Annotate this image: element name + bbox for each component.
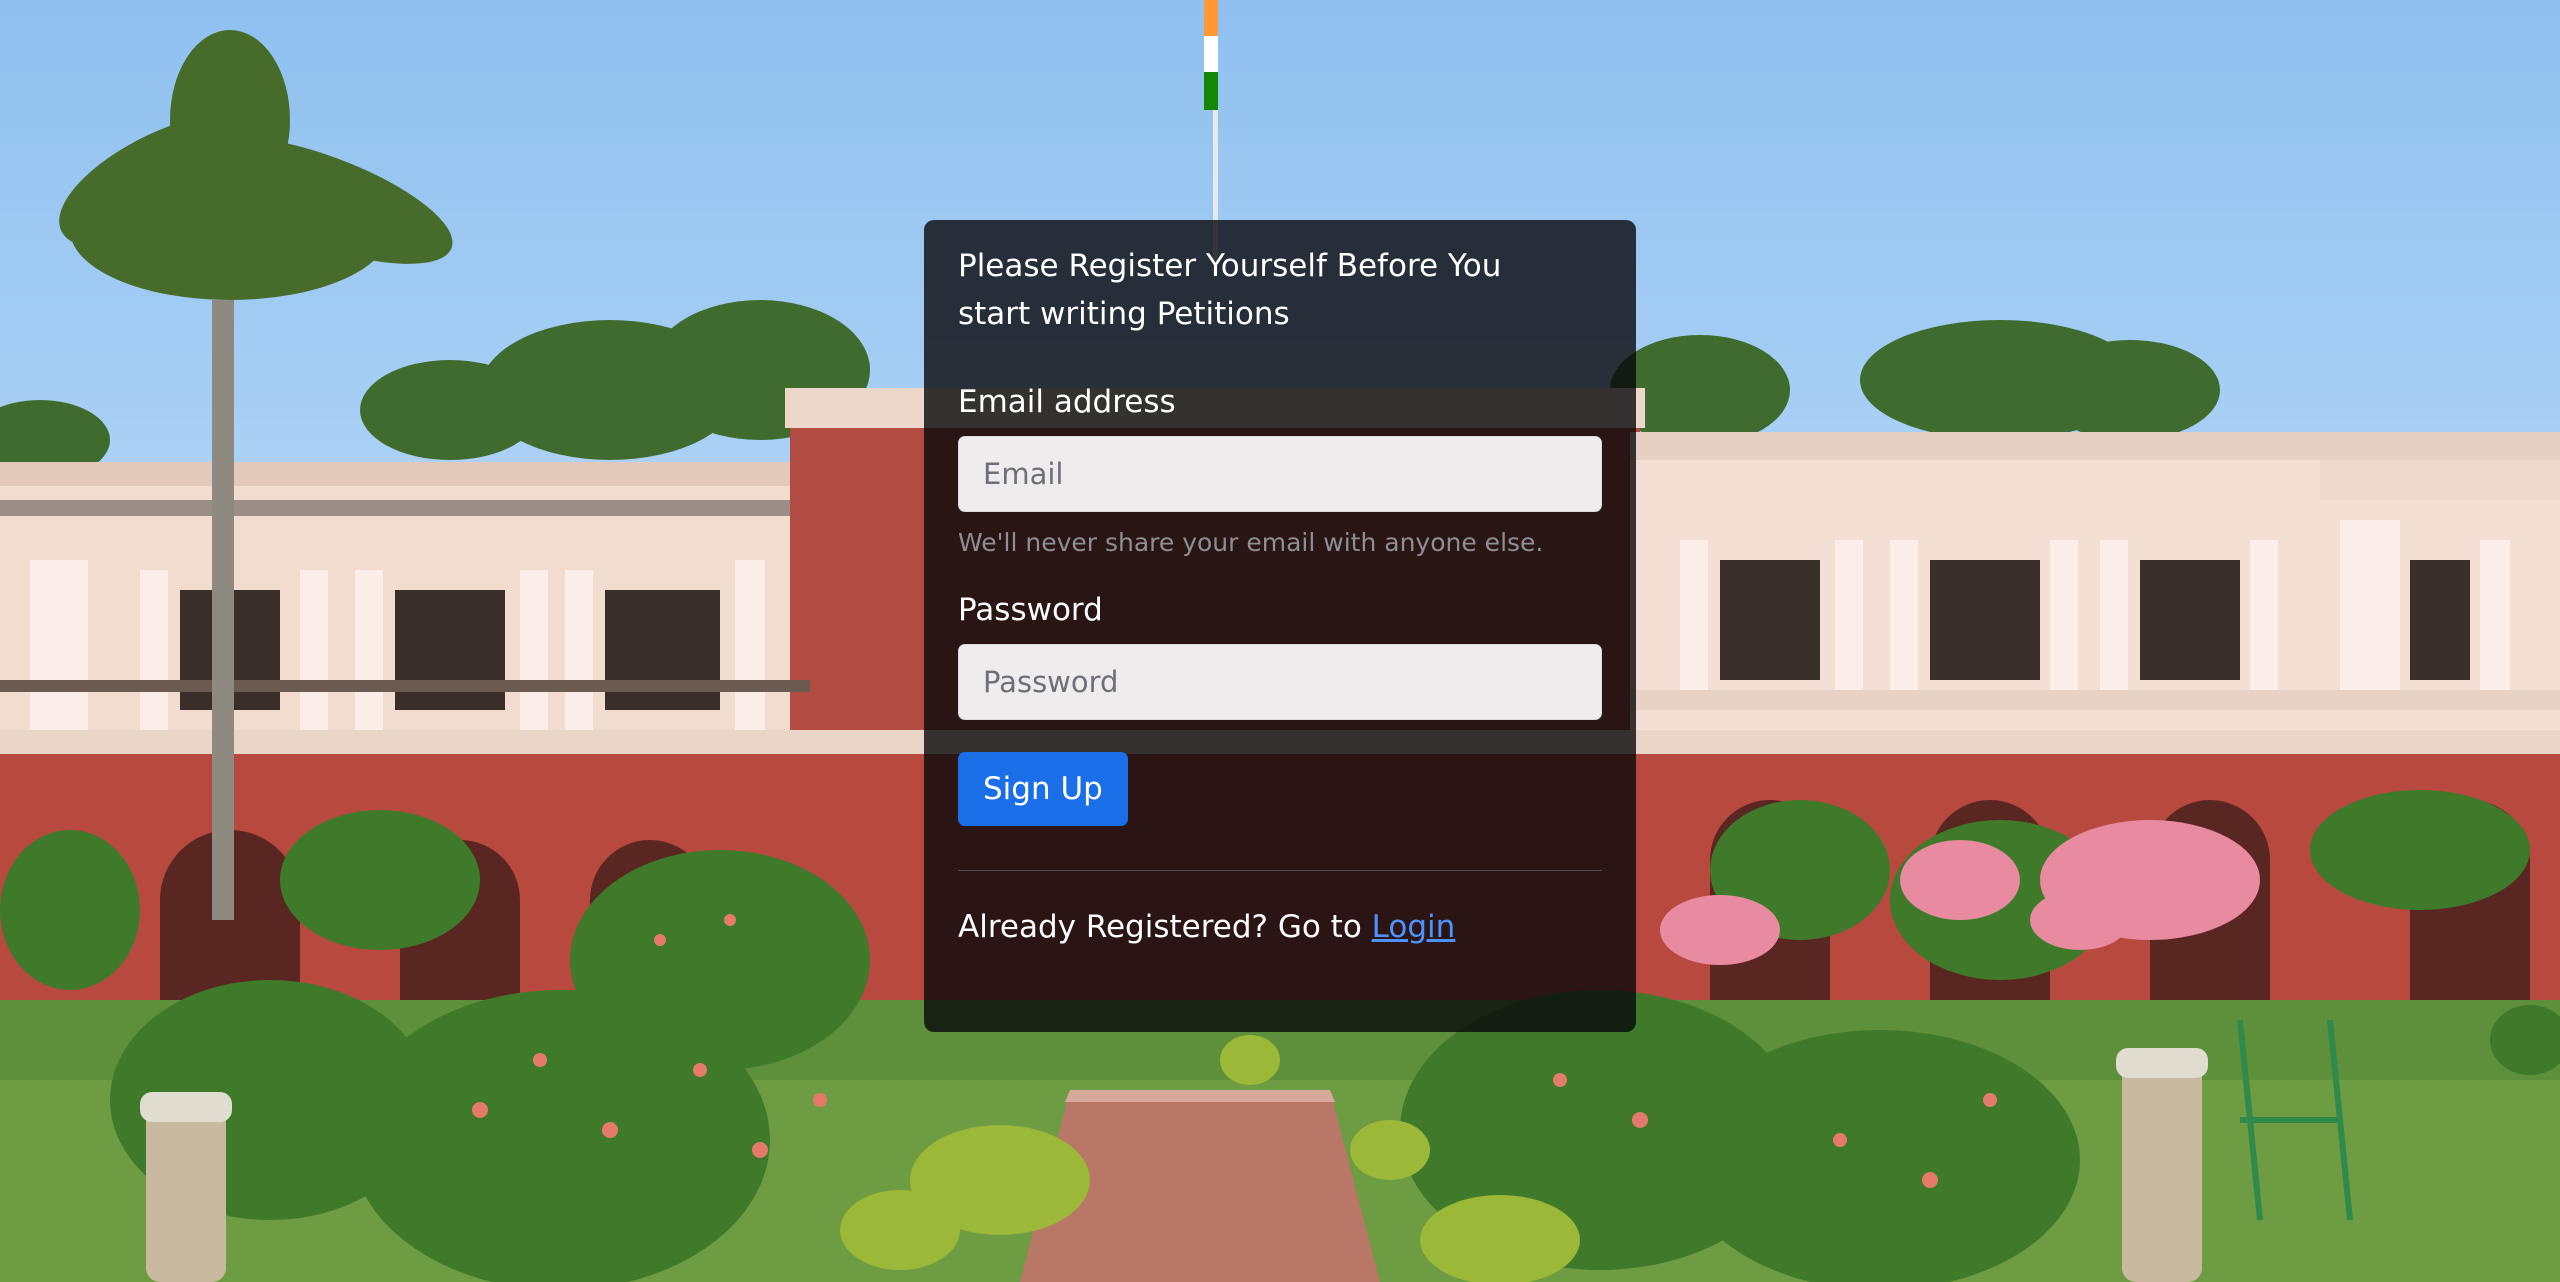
register-card: Please Register Yourself Before You star… bbox=[924, 220, 1636, 1032]
password-label: Password bbox=[958, 592, 1103, 628]
email-field[interactable] bbox=[958, 436, 1602, 512]
email-label: Email address bbox=[958, 384, 1176, 420]
register-heading: Please Register Yourself Before You star… bbox=[958, 248, 1502, 332]
login-link[interactable]: Login bbox=[1372, 909, 1456, 945]
login-prompt: Already Registered? Go to Login bbox=[958, 905, 1602, 949]
signup-form: Email address We'll never share your ema… bbox=[958, 382, 1602, 826]
divider bbox=[958, 870, 1602, 871]
sign-up-button[interactable]: Sign Up bbox=[958, 752, 1128, 826]
password-field[interactable] bbox=[958, 644, 1602, 720]
email-help-text: We'll never share your email with anyone… bbox=[958, 528, 1544, 557]
login-prompt-text: Already Registered? Go to bbox=[958, 909, 1362, 945]
